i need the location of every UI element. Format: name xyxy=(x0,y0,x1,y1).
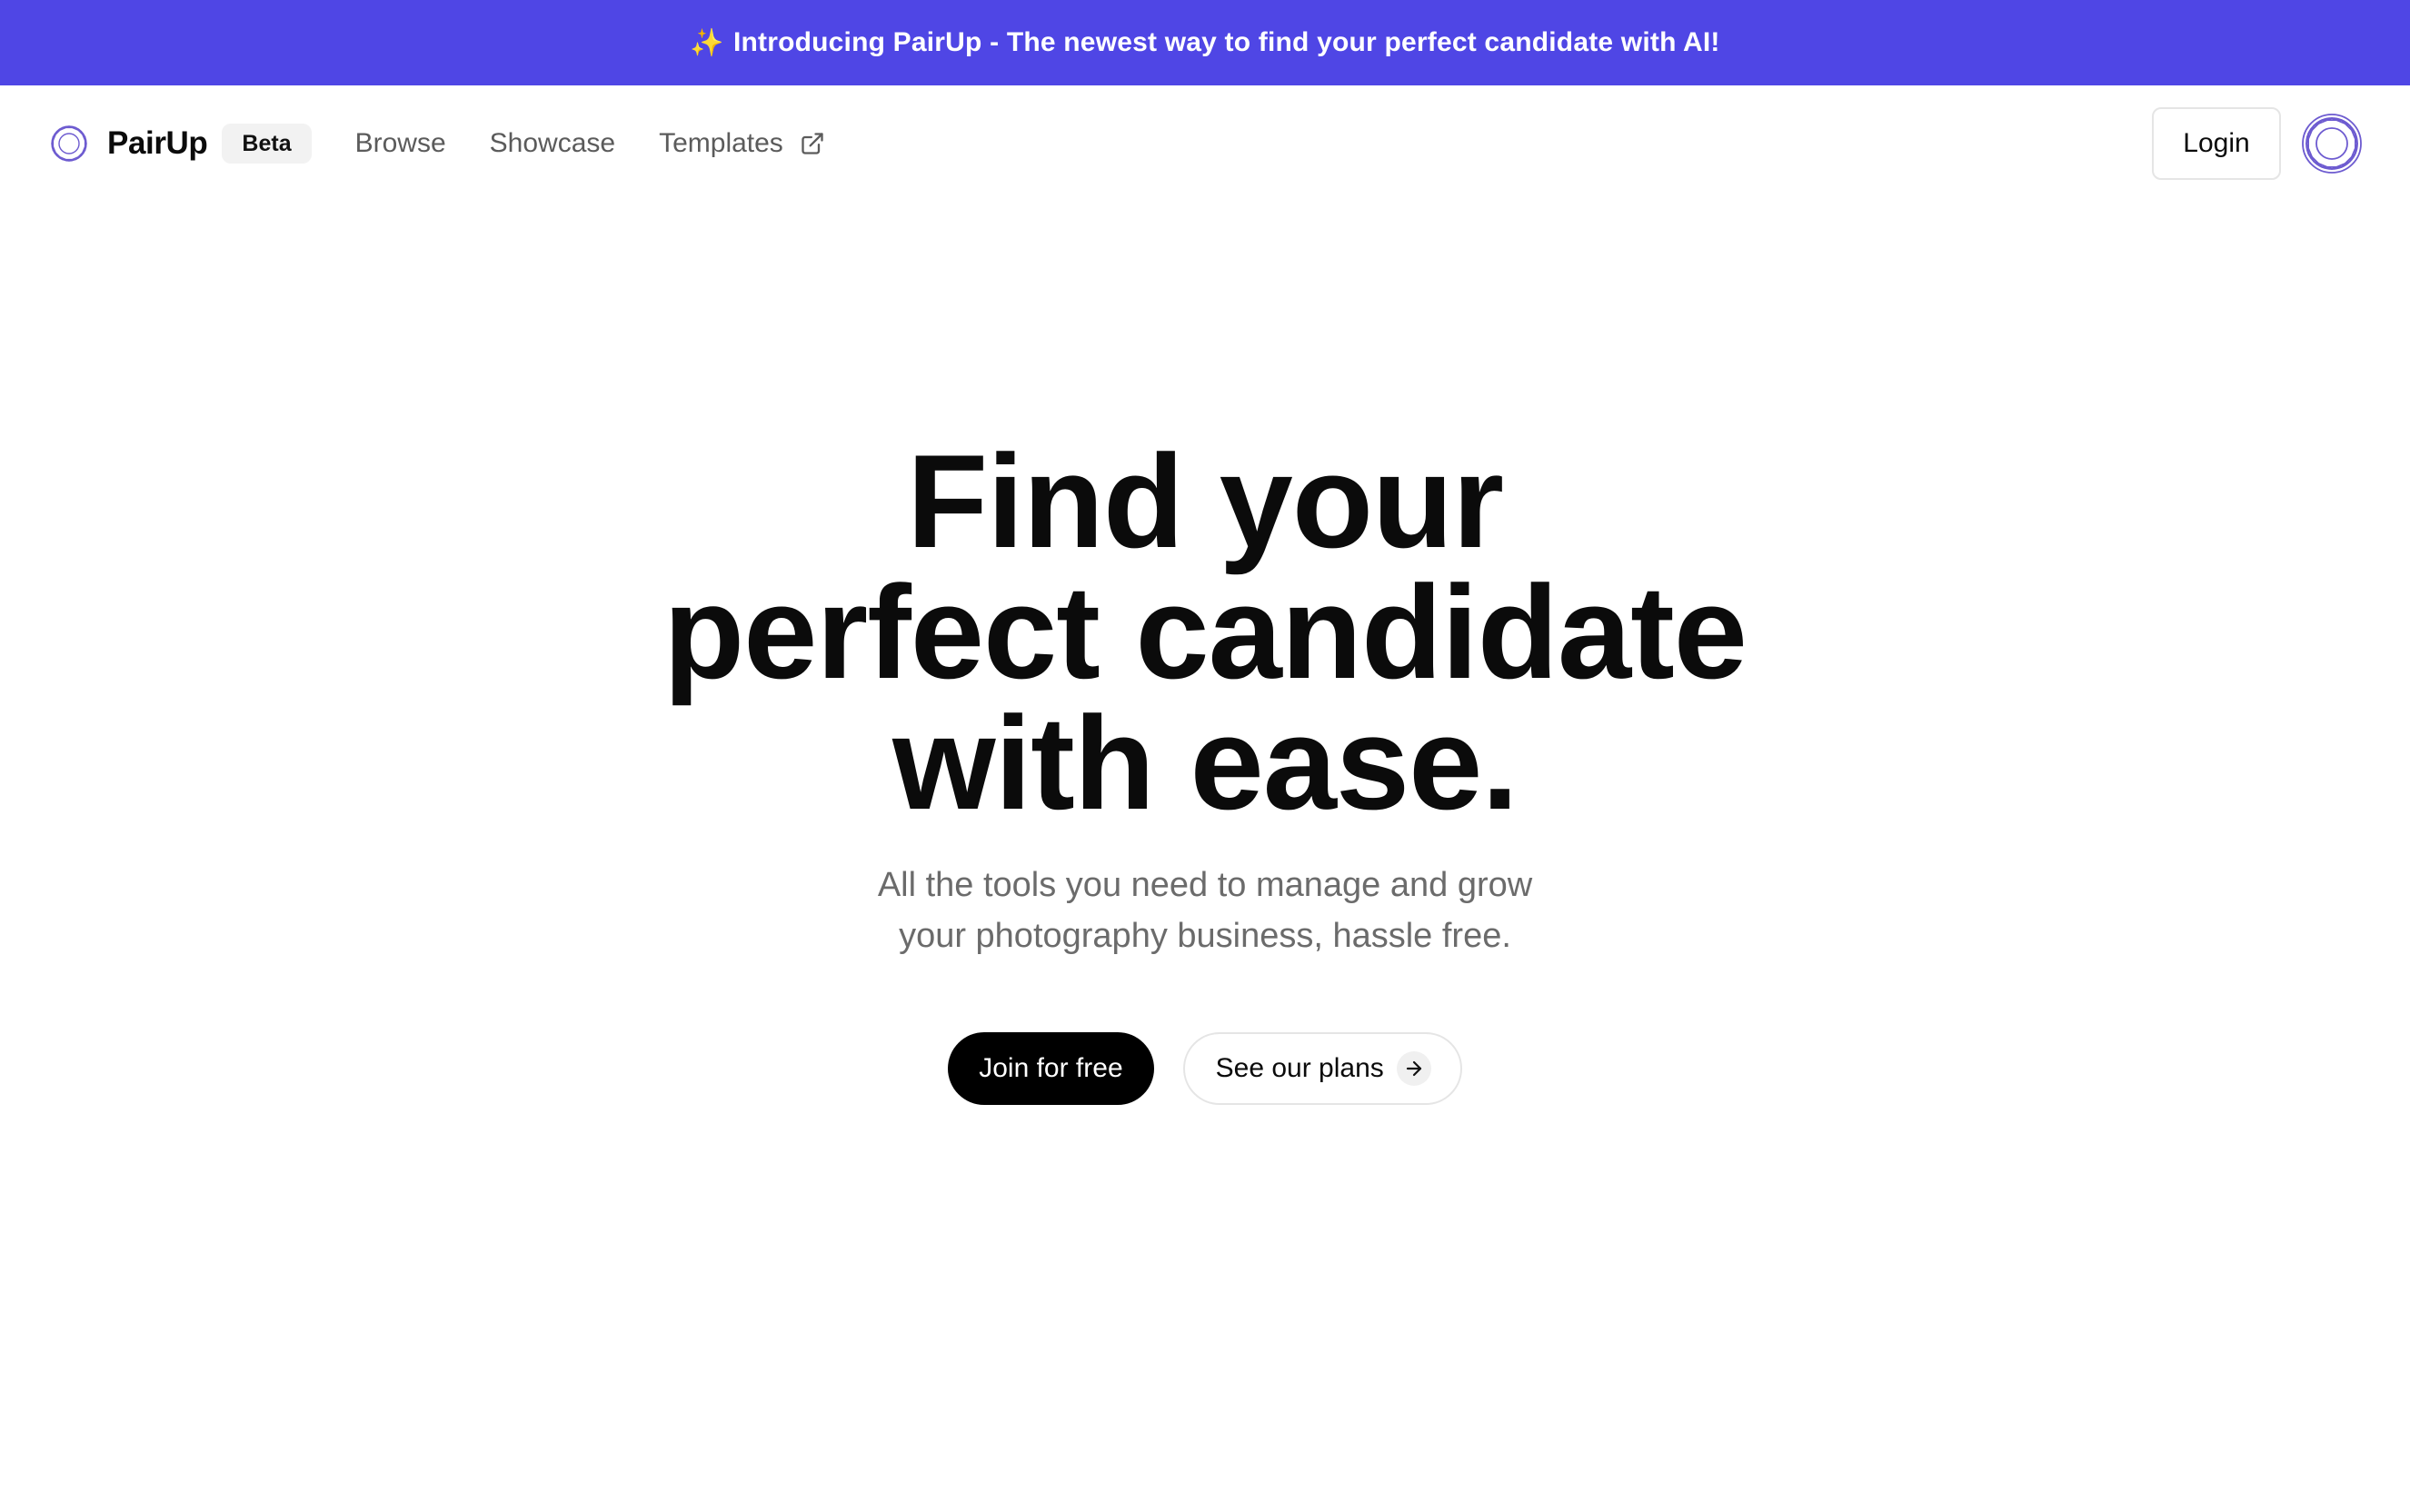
hero-title-line-2: perfect candidate xyxy=(663,558,1748,706)
hero-subtitle: All the tools you need to manage and gro… xyxy=(877,866,1533,955)
hero-actions: Join for free See our plans xyxy=(0,1032,2410,1105)
nav-link-templates-label: Templates xyxy=(659,128,783,158)
brand[interactable]: PairUp xyxy=(49,124,208,164)
avatar-icon[interactable] xyxy=(2301,113,2363,174)
external-link-icon xyxy=(802,133,823,154)
hero-title-line-1: Find your xyxy=(906,427,1504,575)
sparkle-icon: ✨ xyxy=(690,27,724,58)
join-for-free-button[interactable]: Join for free xyxy=(948,1032,1154,1105)
beta-badge: Beta xyxy=(222,124,312,164)
top-navigation: PairUp Beta Browse Showcase Templates Lo… xyxy=(0,85,2410,202)
announcement-text[interactable]: Introducing PairUp - The newest way to f… xyxy=(733,27,1720,58)
brand-name: PairUp xyxy=(107,125,208,161)
hero: Find your perfect candidate with ease. A… xyxy=(0,427,2410,1105)
login-button[interactable]: Login xyxy=(2152,107,2281,180)
pairup-logo-icon xyxy=(51,125,87,162)
hero-title-line-3: with ease. xyxy=(892,689,1519,837)
nav-link-showcase[interactable]: Showcase xyxy=(490,128,615,159)
see-our-plans-label: See our plans xyxy=(1215,1053,1384,1083)
nav-link-templates[interactable]: Templates xyxy=(659,128,825,159)
announcement-bar[interactable]: ✨ Introducing PairUp - The newest way to… xyxy=(0,0,2410,85)
nav-links: Browse Showcase Templates xyxy=(355,128,869,159)
nav-link-browse[interactable]: Browse xyxy=(355,128,446,159)
see-our-plans-button[interactable]: See our plans xyxy=(1182,1032,1462,1105)
arrow-right-icon xyxy=(1396,1051,1431,1086)
hero-title: Find your perfect candidate with ease. xyxy=(0,427,2410,837)
nav-actions: Login xyxy=(2152,107,2363,180)
